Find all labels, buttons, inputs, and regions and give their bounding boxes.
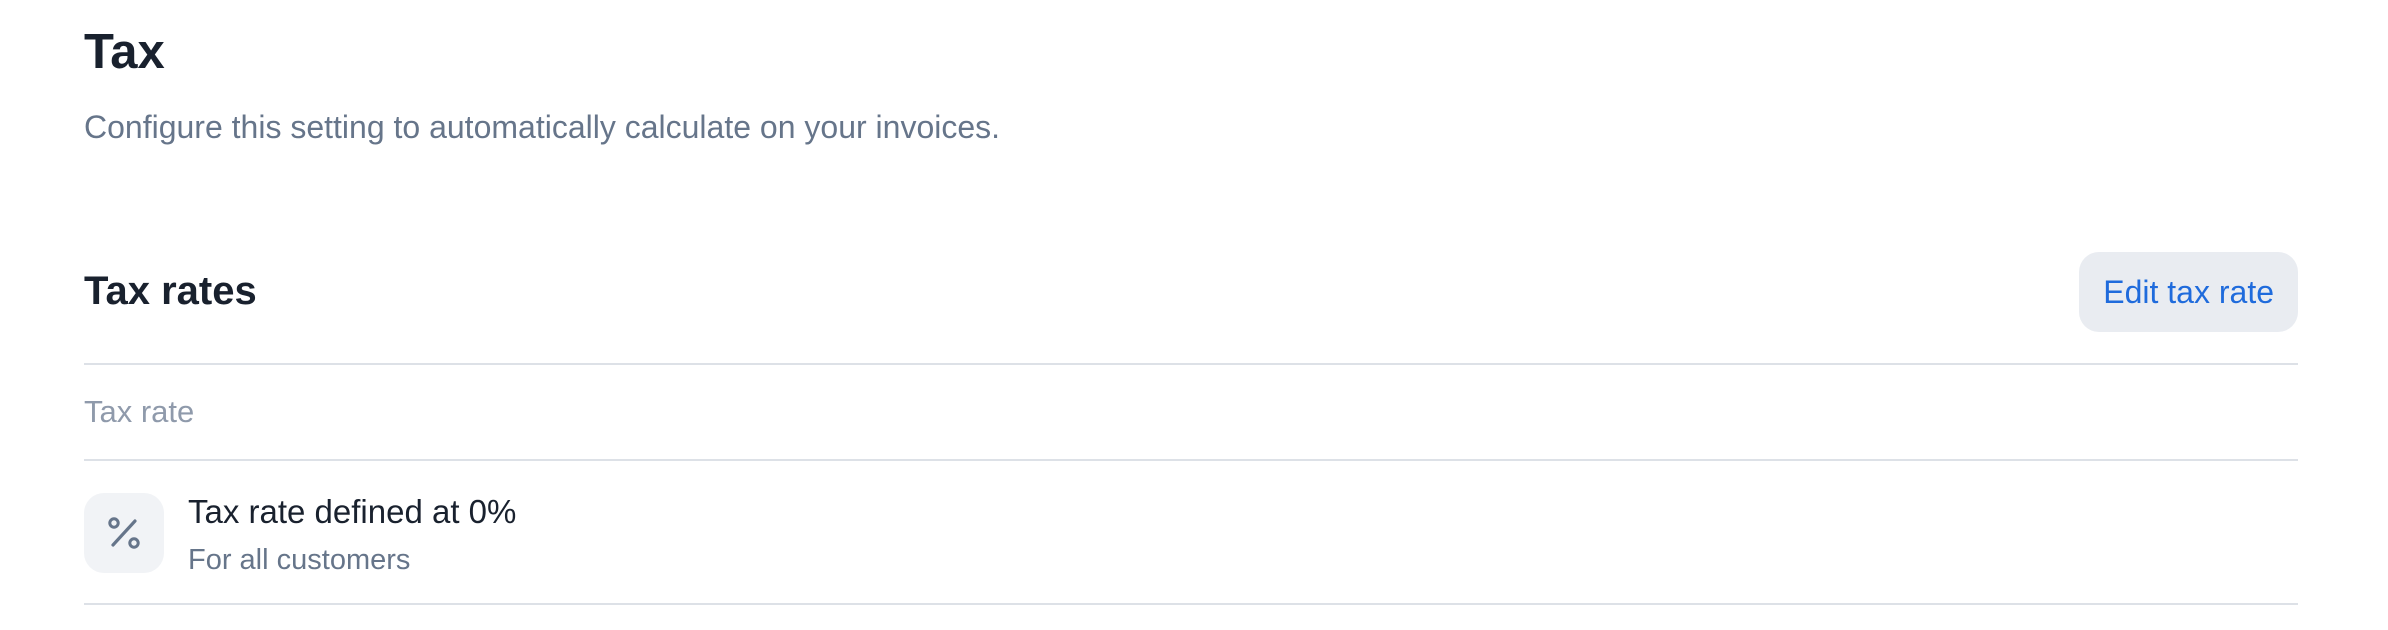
tax-rates-header: Tax rates Edit tax rate: [84, 252, 2298, 332]
divider: [84, 603, 2298, 605]
divider: [84, 363, 2298, 365]
percent-icon: [84, 493, 164, 573]
tax-rate-row: Tax rate defined at 0% For all customers: [84, 461, 2298, 603]
page-subtitle: Configure this setting to automatically …: [84, 109, 1001, 145]
column-header-tax-rate: Tax rate: [84, 394, 195, 429]
tax-rate-title: Tax rate defined at 0%: [188, 493, 517, 530]
tax-rate-subtitle: For all customers: [188, 544, 411, 576]
section-title: Tax rates: [84, 269, 257, 313]
page-title: Tax: [84, 25, 165, 79]
edit-tax-rate-button[interactable]: Edit tax rate: [2079, 252, 2298, 332]
